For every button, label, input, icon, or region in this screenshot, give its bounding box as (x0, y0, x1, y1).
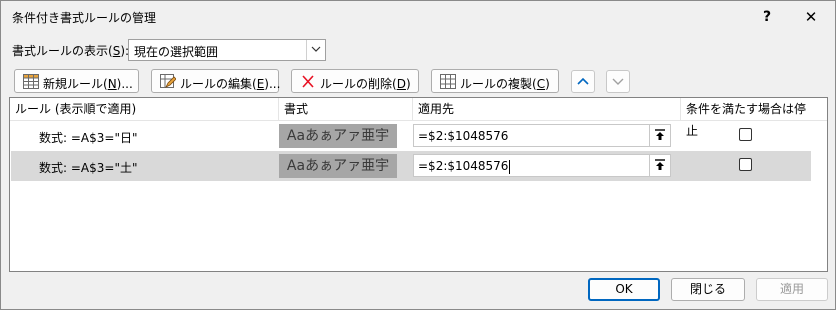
delete-rule-label: ルールの削除(D) (320, 75, 411, 92)
new-rule-accesskey: N (107, 77, 117, 91)
edit-rule-button[interactable]: ルールの編集(E)... (151, 69, 280, 93)
apply-button[interactable]: 適用 (756, 278, 828, 301)
close-icon[interactable]: ✕ (799, 7, 823, 27)
move-up-button[interactable] (571, 70, 595, 93)
edit-rule-label: ルールの編集(E)... (180, 75, 280, 92)
new-rule-text: 新規ルール( (43, 77, 108, 91)
rule-condition: 数式: =A$3="土" (39, 161, 138, 175)
duplicate-rule-text: ルールの複製( (460, 77, 537, 91)
duplicate-rule-accesskey: C (536, 77, 546, 91)
dropdown-chevron-icon[interactable] (306, 40, 325, 60)
close-button[interactable]: 閉じる (671, 278, 745, 301)
column-header-stop-if-true[interactable]: 条件を満たす場合は停止 (680, 98, 810, 138)
stop-if-true-checkbox[interactable] (739, 128, 752, 141)
rule-row-selected[interactable]: 数式: =A$3="土" Aaあぁアァ亜宇 =$2:$1048576 (11, 151, 811, 181)
applies-to-text: =$2:$1048576 (418, 159, 509, 173)
delete-rule-accesskey: D (396, 77, 406, 91)
applies-to-value: =$2:$1048576 (418, 129, 509, 143)
applies-to-value: =$2:$1048576 (418, 159, 511, 174)
delete-x-icon (300, 74, 316, 89)
delete-rule-button[interactable]: ルールの削除(D) (291, 69, 419, 93)
column-header-applies-to[interactable]: 適用先 (412, 98, 680, 120)
column-header-format[interactable]: 書式 (278, 98, 412, 120)
duplicate-rule-button[interactable]: ルールの複製(C) (431, 69, 559, 93)
stop-if-true-checkbox[interactable] (739, 158, 752, 171)
delete-rule-suffix: ) (405, 77, 411, 91)
show-rules-label-prefix: 書式ルールの表示( (12, 44, 113, 58)
dialog-title: 条件付き書式ルールの管理 (12, 11, 157, 25)
rules-list: ルール (表示順で適用) 書式 適用先 条件を満たす場合は停止 数式: =A$3… (9, 97, 828, 272)
applies-to-field[interactable]: =$2:$1048576 (413, 154, 671, 177)
ok-button[interactable]: OK (588, 278, 660, 301)
show-rules-dropdown[interactable]: 現在の選択範囲 (128, 39, 326, 61)
range-select-button[interactable] (649, 155, 670, 176)
range-select-button[interactable] (649, 125, 670, 146)
chevron-down-icon (612, 78, 624, 85)
rules-list-header: ルール (表示順で適用) 書式 適用先 条件を満たす場合は停止 (10, 98, 827, 138)
show-rules-selected: 現在の選択範囲 (134, 45, 219, 59)
edit-rule-suffix: )... (264, 77, 281, 91)
column-header-rule[interactable]: ルール (表示順で適用) (10, 98, 280, 120)
show-rules-label: 書式ルールの表示(S): (12, 42, 129, 59)
edit-rule-icon (160, 74, 177, 89)
format-preview: Aaあぁアァ亜宇 (279, 154, 397, 178)
chevron-up-icon (577, 77, 589, 85)
rule-row[interactable]: 数式: =A$3="日" Aaあぁアァ亜宇 =$2:$1048576 (11, 121, 811, 151)
title-bar: 条件付き書式ルールの管理 ? ✕ (1, 1, 835, 31)
new-rule-label: 新規ルール(N)... (43, 75, 133, 92)
applies-to-field[interactable]: =$2:$1048576 (413, 124, 671, 147)
new-rule-button[interactable]: 新規ルール(N)... (14, 69, 139, 93)
conditional-format-manager-dialog: 条件付き書式ルールの管理 ? ✕ 書式ルールの表示(S): 現在の選択範囲 新規… (0, 0, 836, 310)
new-rule-suffix: )... (116, 77, 133, 91)
move-down-button[interactable] (606, 70, 630, 93)
help-button[interactable]: ? (755, 7, 779, 27)
collapse-arrow-icon (655, 129, 665, 140)
duplicate-grid-icon (440, 74, 456, 89)
format-preview: Aaあぁアァ亜宇 (279, 124, 397, 148)
edit-rule-text: ルールの編集( (180, 77, 257, 91)
duplicate-rule-label: ルールの複製(C) (460, 75, 550, 92)
new-rule-grid-icon (23, 74, 39, 89)
collapse-arrow-icon (655, 159, 665, 170)
delete-rule-text: ルールの削除( (320, 77, 397, 91)
text-cursor (509, 159, 511, 174)
rule-condition: 数式: =A$3="日" (39, 131, 138, 145)
duplicate-rule-suffix: ) (545, 77, 550, 91)
